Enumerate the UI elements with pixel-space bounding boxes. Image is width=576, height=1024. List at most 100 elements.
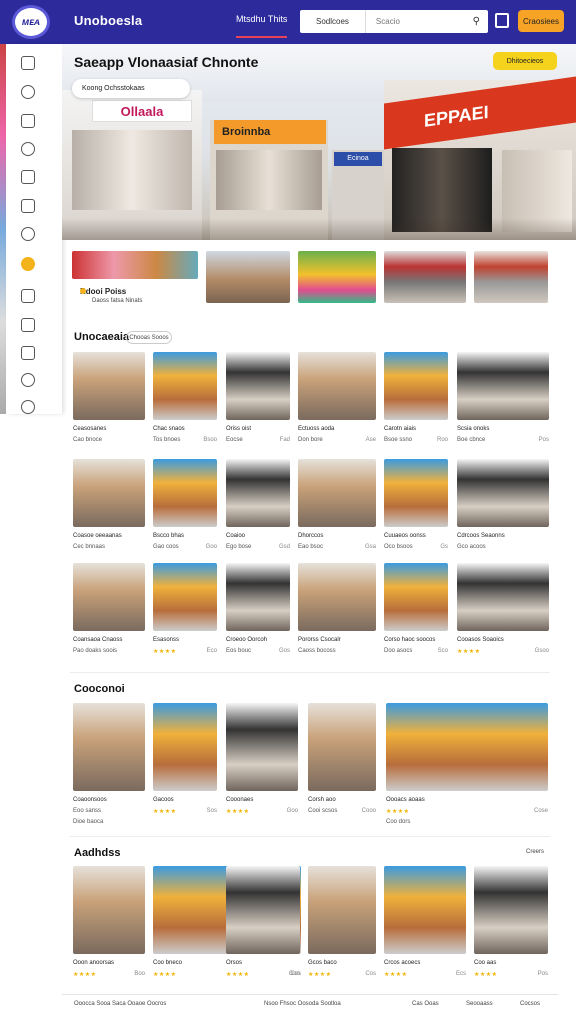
product-name: Corso haoc soocos xyxy=(384,637,436,643)
product-card[interactable]: Bscco bhas Gao coos Goo xyxy=(153,459,217,563)
product-image[interactable] xyxy=(73,703,145,791)
product-meta: Eos bouc xyxy=(226,648,252,654)
history-icon[interactable] xyxy=(21,227,35,241)
product-rating: ★★★★ xyxy=(457,649,481,655)
footer-links-left[interactable]: Ooocca Sooa Saca Ooaoe Oocros xyxy=(74,1001,166,1007)
product-image[interactable] xyxy=(226,703,298,791)
nav-link-active[interactable]: Mtsdhu Thits xyxy=(236,14,288,38)
chart-icon[interactable] xyxy=(21,346,35,360)
product-image[interactable] xyxy=(457,563,549,631)
footer-link[interactable]: Seooaass xyxy=(466,1001,493,1007)
product-image[interactable] xyxy=(384,352,448,420)
product-card[interactable]: Pororss Csocalr Caoss bocoss xyxy=(298,563,376,667)
product-card[interactable]: Croeoo Oorcoh Eos bouc Gos xyxy=(226,563,290,667)
product-image[interactable] xyxy=(308,866,376,954)
product-card[interactable]: Oooacs aoaas ★★★★ Coo dors Cose xyxy=(386,703,548,827)
header-cta-button[interactable]: Craosiees xyxy=(518,10,564,32)
search-category-select[interactable]: Sodlcoes xyxy=(300,10,366,33)
product-image[interactable] xyxy=(153,703,217,791)
chat-icon[interactable] xyxy=(21,114,35,128)
hero-badge[interactable]: Koong Ochsstokaas xyxy=(72,79,190,98)
product-name: Crcos acoecs xyxy=(384,960,421,966)
promo-thumbnail[interactable] xyxy=(72,251,198,279)
product-image[interactable] xyxy=(226,563,290,631)
product-card[interactable]: Cuuaeos oonss Oco bsoos Gs xyxy=(384,459,448,563)
product-card[interactable]: Dhorccos Eao bsoc Gsa xyxy=(298,459,376,563)
filter-chip[interactable]: Chooas Sooos xyxy=(126,331,172,344)
tag-icon[interactable] xyxy=(21,170,35,184)
product-image[interactable] xyxy=(73,459,145,527)
product-card[interactable]: Corsh aoo Cooi scsos Cooo xyxy=(308,703,376,827)
app-logo[interactable]: ᴍᴇᴀ xyxy=(12,5,50,39)
product-image[interactable] xyxy=(298,459,376,527)
product-tag: Gsoo xyxy=(534,648,549,654)
grid-icon[interactable] xyxy=(21,199,35,213)
product-image[interactable] xyxy=(474,866,548,954)
help-icon[interactable] xyxy=(21,373,35,387)
see-more-link[interactable]: Creers xyxy=(526,849,544,855)
user-icon[interactable] xyxy=(21,85,35,99)
product-card[interactable]: Corso haoc soocos Doo asocs Sco xyxy=(384,563,448,667)
product-card[interactable]: Carotn aiais Bsoe ssno Roo xyxy=(384,352,448,456)
product-image[interactable] xyxy=(226,866,300,954)
hero-cta-button[interactable]: Dhitoecieos xyxy=(493,52,557,70)
product-card[interactable]: Ooon anoorsas ★★★★ Boo xyxy=(73,866,145,990)
product-image[interactable] xyxy=(153,563,217,631)
product-image[interactable] xyxy=(457,459,549,527)
product-image[interactable] xyxy=(298,352,376,420)
product-image[interactable] xyxy=(457,352,549,420)
product-card[interactable]: Gacoos ★★★★ Sos xyxy=(153,703,217,827)
product-image[interactable] xyxy=(386,703,548,791)
footer-link[interactable]: Cocsos xyxy=(520,1001,540,1007)
product-image[interactable] xyxy=(73,563,145,631)
product-card[interactable]: Coaoonsoos Eoo sanss Dioe baoca xyxy=(73,703,145,827)
product-image[interactable] xyxy=(73,866,145,954)
search-icon[interactable]: ⚲ xyxy=(473,16,480,27)
product-card[interactable]: Crcos acoecs ★★★★ Ecs xyxy=(384,866,466,990)
product-image[interactable] xyxy=(384,563,448,631)
product-card[interactable]: Coo aas ★★★★ Pos xyxy=(474,866,548,990)
footer-link[interactable]: Cas Ooas xyxy=(412,1001,439,1007)
product-card[interactable]: Coasoe oeeaanas Cec bnnaas xyxy=(73,459,145,563)
clock-icon[interactable] xyxy=(21,142,35,156)
product-image[interactable] xyxy=(153,352,217,420)
product-image[interactable] xyxy=(153,459,217,527)
product-card[interactable]: Scsia onoks Boe cbnce Pos xyxy=(457,352,549,456)
product-image[interactable] xyxy=(298,563,376,631)
product-card[interactable]: Coaioo Ego bose Gsd xyxy=(226,459,290,563)
inbox-icon[interactable] xyxy=(21,318,35,332)
brand-name[interactable]: Unoboesla xyxy=(74,13,142,28)
product-card[interactable]: Cooasos Soaoics ★★★★ Gsoo xyxy=(457,563,549,667)
product-card[interactable]: Coansaoa Cnaoss Pao doaks soois xyxy=(73,563,145,667)
product-meta: Oco bsoos xyxy=(384,544,413,550)
product-image[interactable] xyxy=(226,352,290,420)
store-icon[interactable] xyxy=(21,56,35,70)
promo-thumbnail[interactable] xyxy=(474,251,548,303)
promo-thumbnail[interactable] xyxy=(298,251,376,303)
product-name: Croeoo Oorcoh xyxy=(226,637,268,643)
product-card[interactable]: Orsos ★★★★ Goo xyxy=(226,866,300,990)
calendar-icon[interactable] xyxy=(21,289,35,303)
product-card[interactable]: Cooonaes ★★★★ Goo xyxy=(226,703,298,827)
product-card[interactable]: Gcos baco ★★★★ Cos xyxy=(308,866,376,990)
product-image[interactable] xyxy=(73,352,145,420)
product-card[interactable]: Oriss oist Eocse Fad xyxy=(226,352,290,456)
sidebar-panel xyxy=(6,44,62,414)
product-card[interactable]: Cdrcoos Seaonns Gco acoos xyxy=(457,459,549,563)
product-card[interactable]: Ectuoss aoda Don bore Ase xyxy=(298,352,376,456)
product-card[interactable]: Esasonss ★★★★ Eco xyxy=(153,563,217,667)
product-image[interactable] xyxy=(308,703,376,791)
product-card[interactable]: Ceasosanes Cao bnoce xyxy=(73,352,145,456)
promo-thumbnail[interactable] xyxy=(384,251,466,303)
footer-links-mid[interactable]: Nsoo Fhsoc Oosoda Sootloa xyxy=(264,1001,341,1007)
cart-icon[interactable] xyxy=(495,13,509,28)
promo-thumbnail[interactable] xyxy=(206,251,290,303)
store-sign: Broinnba xyxy=(214,120,326,144)
coin-icon[interactable] xyxy=(21,257,35,271)
product-image[interactable] xyxy=(226,459,290,527)
search-input[interactable] xyxy=(375,17,474,26)
settings-icon[interactable] xyxy=(21,400,35,414)
product-image[interactable] xyxy=(384,866,466,954)
product-image[interactable] xyxy=(384,459,448,527)
product-card[interactable]: Chac snaos Tos bnoes Bsoo xyxy=(153,352,217,456)
